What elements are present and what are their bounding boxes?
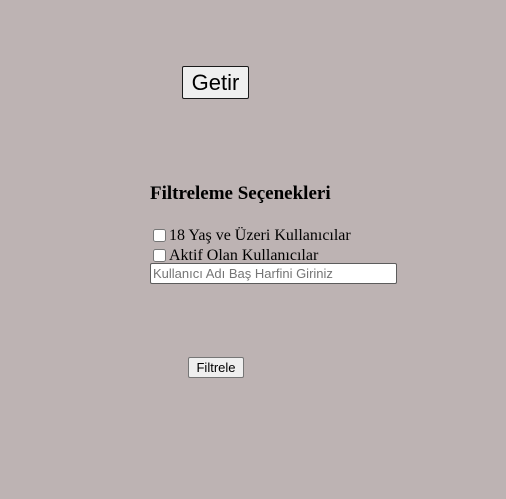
filter-section-title: Filtreleme Seçenekleri xyxy=(150,183,331,204)
filtrele-button[interactable]: Filtrele xyxy=(188,357,244,378)
username-initial-input[interactable] xyxy=(150,263,397,284)
active-users-option[interactable]: Aktif Olan Kullanıcılar xyxy=(153,246,318,264)
adult-users-option[interactable]: 18 Yaş ve Üzeri Kullanıcılar xyxy=(153,226,351,244)
getir-button[interactable]: Getir xyxy=(182,66,249,99)
active-users-checkbox[interactable] xyxy=(153,248,166,262)
adult-users-checkbox[interactable] xyxy=(153,228,166,242)
adult-users-label: 18 Yaş ve Üzeri Kullanıcılar xyxy=(169,227,351,244)
